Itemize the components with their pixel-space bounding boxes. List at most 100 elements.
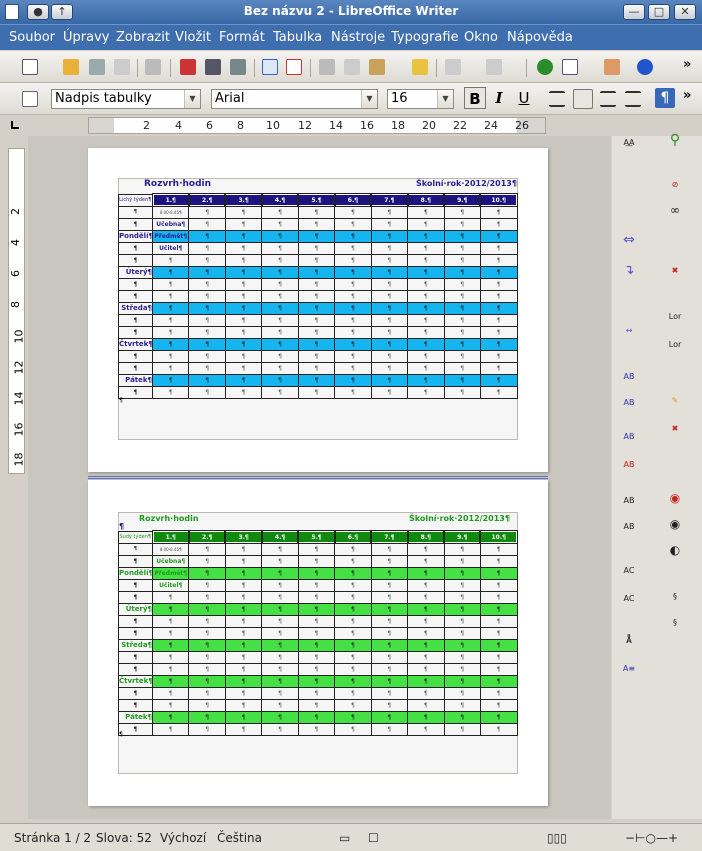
table-cell[interactable]: ¶ (443, 229, 481, 243)
table-cell[interactable]: ¶ (407, 229, 445, 243)
table-cell[interactable]: ¶ (370, 349, 409, 363)
font-size-box[interactable]: 16 ▼ (387, 89, 454, 109)
menu-napoveda[interactable]: Nápověda (507, 30, 573, 45)
table-cell[interactable]: ¶ (118, 253, 153, 267)
table-cell[interactable]: ¶ (297, 301, 336, 315)
table-cell[interactable]: ¶ (334, 349, 372, 363)
italic-button[interactable]: I (488, 87, 510, 109)
table-cell[interactable]: ¶ (151, 253, 190, 267)
autospellcheck-icon[interactable] (286, 59, 302, 75)
link-icon[interactable]: ⊘ (666, 180, 684, 198)
table-cell[interactable]: ¶ (297, 385, 336, 399)
table-cell[interactable]: ¶ (188, 337, 226, 351)
table-cell[interactable]: ¶ (479, 686, 518, 700)
table-cell[interactable]: ¶ (479, 566, 518, 580)
menu-okno[interactable]: Okno (464, 30, 498, 45)
table-cell[interactable]: ¶ (118, 325, 153, 339)
table-cell[interactable]: ¶ (334, 313, 372, 327)
table-cell[interactable]: ¶ (479, 337, 518, 351)
table-cell[interactable]: ¶ (443, 638, 481, 652)
table-cell[interactable]: ¶ (297, 229, 336, 243)
table-cell[interactable]: ¶ (407, 361, 445, 375)
day-label[interactable]: Pondělí¶ (118, 229, 153, 243)
table-cell[interactable]: ¶ (188, 385, 226, 399)
table-cell[interactable]: ¶ (407, 638, 445, 652)
table-cell[interactable]: ¶ (261, 265, 299, 279)
day-label[interactable]: Pátek¶ (118, 710, 153, 724)
table-cell[interactable]: ¶ (407, 373, 445, 387)
table-cell[interactable]: ¶ (261, 373, 299, 387)
table-cell[interactable]: ¶ (151, 674, 190, 688)
table-cell[interactable]: ¶ (407, 385, 445, 399)
table-cell[interactable]: ¶ (334, 578, 372, 592)
table-cell[interactable]: ¶ (224, 602, 263, 616)
table-cell[interactable]: ¶ (334, 229, 372, 243)
clone-formatting-icon[interactable] (412, 59, 428, 75)
table-cell[interactable]: ¶ (334, 373, 372, 387)
email-icon[interactable] (114, 59, 130, 75)
table-cell[interactable]: ¶ (407, 325, 445, 339)
hour-header[interactable]: 3.¶ (224, 193, 263, 207)
table-cell[interactable]: ¶ (188, 253, 226, 267)
menu-upravy[interactable]: Úpravy (63, 30, 109, 45)
table-cell[interactable]: ¶ (334, 289, 372, 303)
table-cell[interactable]: ¶ (370, 253, 409, 267)
table-cell[interactable]: ¶ (118, 385, 153, 399)
table-cell[interactable]: ¶ (261, 349, 299, 363)
language[interactable]: Čeština (217, 831, 262, 845)
table-cell[interactable]: ¶ (224, 385, 263, 399)
hour-header[interactable]: 8.¶ (406, 193, 446, 207)
table-cell[interactable]: ¶ (407, 650, 445, 664)
table-cell[interactable]: ¶ (261, 217, 299, 231)
align-left-icon[interactable] (549, 91, 565, 107)
table-cell[interactable]: ¶ (370, 373, 409, 387)
abcd-icon[interactable]: AB (620, 398, 638, 416)
text-icon[interactable]: A≡ (620, 664, 638, 682)
table-cell[interactable]: ¶ (188, 602, 226, 616)
table-cell[interactable]: ¶ (118, 590, 153, 604)
table-cell[interactable]: ¶ (443, 566, 481, 580)
table-cell[interactable]: ¶ (370, 385, 409, 399)
table-cell[interactable]: ¶ (407, 554, 445, 568)
cursor-icon[interactable]: ⇔ (620, 233, 638, 254)
open-icon[interactable] (63, 59, 79, 75)
insert-mode-icon[interactable]: ▭ (339, 831, 350, 845)
table-cell[interactable]: ¶ (151, 722, 190, 736)
table-cell[interactable]: ¶ (370, 590, 409, 604)
table-cell[interactable]: ¶ (261, 590, 299, 604)
copy-icon[interactable] (344, 59, 360, 75)
table-cell[interactable]: ¶ (224, 710, 263, 724)
table-cell[interactable]: ¶ (334, 241, 372, 255)
table-cell[interactable]: ¶ (224, 554, 263, 568)
table-cell[interactable]: ¶ (370, 277, 409, 291)
hour-header[interactable]: 1.¶ (151, 530, 190, 544)
table-cell[interactable]: ¶ (443, 554, 481, 568)
table-cell[interactable]: ¶ (370, 205, 409, 219)
navigator-icon[interactable] (537, 59, 553, 75)
table-cell[interactable]: ¶ (224, 542, 263, 556)
table-cell[interactable]: ¶ (261, 289, 299, 303)
table-cell[interactable]: ¶ (118, 241, 153, 255)
table-cell[interactable]: ¶ (334, 626, 372, 640)
table-cell[interactable]: ¶ (407, 710, 445, 724)
table-cell[interactable]: ¶ (370, 626, 409, 640)
table-cell[interactable]: ¶ (407, 662, 445, 676)
table-cell[interactable]: ¶ (407, 566, 445, 580)
table-cell[interactable]: ¶ (151, 313, 190, 327)
table-cell[interactable]: ¶ (188, 662, 226, 676)
day-label[interactable]: Čtvrtek¶ (118, 674, 153, 688)
table-cell[interactable]: ¶ (224, 337, 263, 351)
table-cell[interactable]: ¶ (224, 253, 263, 267)
table-cell[interactable]: ¶ (443, 277, 481, 291)
table-cell[interactable]: ¶ (370, 566, 409, 580)
table-cell[interactable]: ¶ (118, 722, 153, 736)
table-cell[interactable]: ¶ (443, 698, 481, 712)
day-label[interactable]: Čtvrtek¶ (118, 337, 153, 351)
table-cell[interactable]: ¶ (334, 698, 372, 712)
day-label[interactable]: Středa¶ (118, 638, 153, 652)
table-cell[interactable]: ¶ (261, 361, 299, 375)
table-cell[interactable]: ¶ (188, 373, 226, 387)
table-cell[interactable]: ¶ (407, 301, 445, 315)
table-cell[interactable]: ¶ (443, 253, 481, 267)
table-cell[interactable]: ¶ (407, 602, 445, 616)
